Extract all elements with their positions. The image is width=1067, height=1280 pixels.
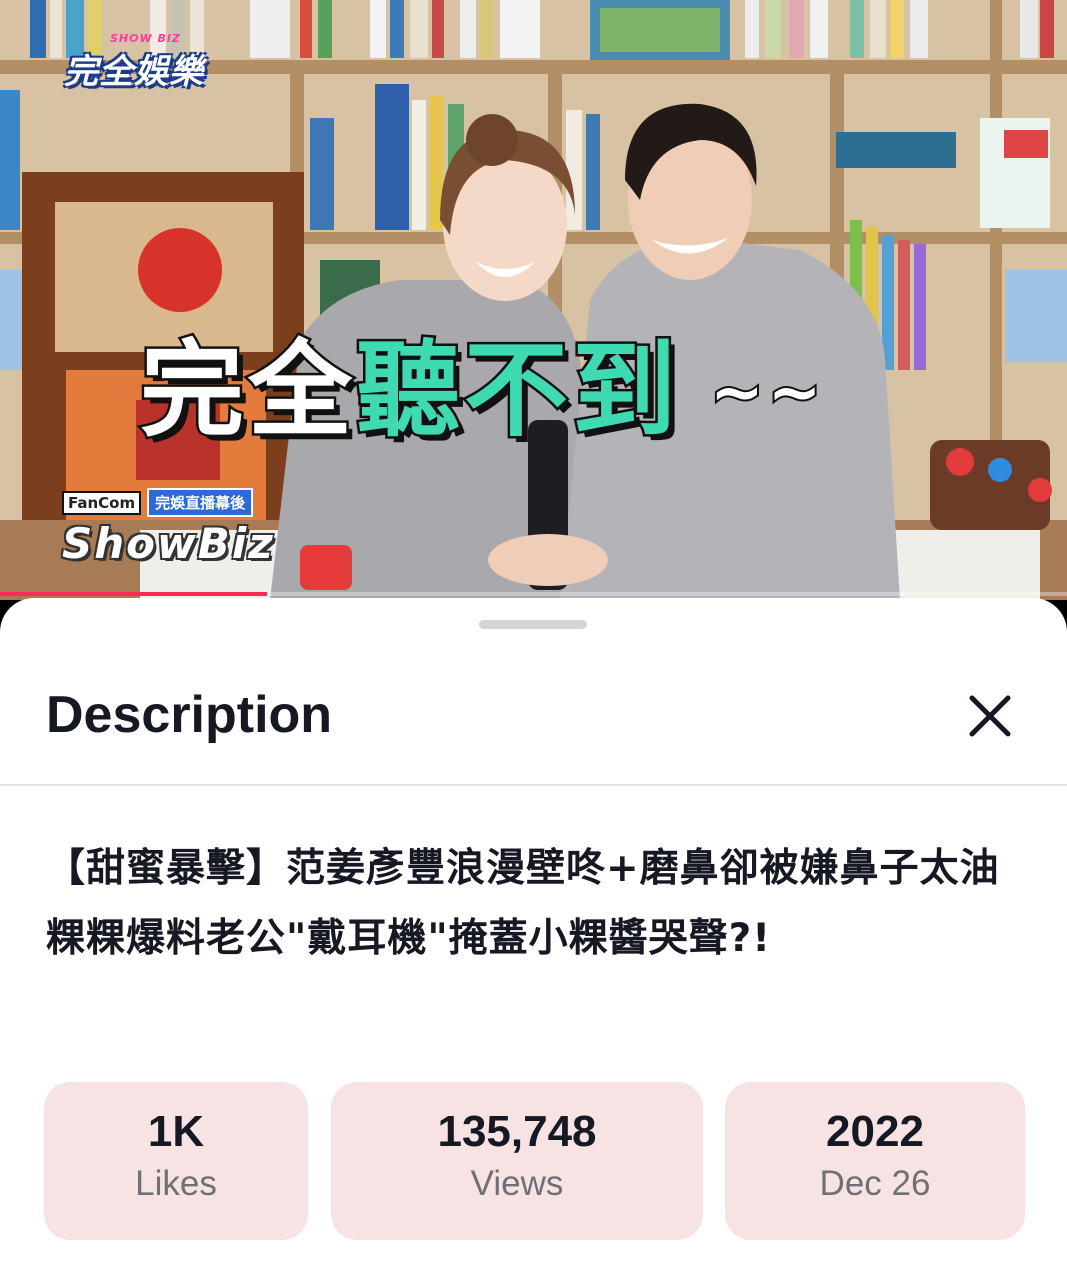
- fancom-tag: FanCom: [62, 490, 142, 515]
- stat-likes: 1K Likes: [44, 1082, 308, 1240]
- show-logo-text: 完全娛樂: [64, 52, 204, 92]
- video-stats-row: 1K Likes 135,748 Views 2022 Dec 26: [0, 1082, 1067, 1240]
- show-logo-small-text: SHOW BIZ: [110, 32, 181, 45]
- video-player[interactable]: SHOW BIZ 完全娛樂 完全聽不到 ~~ FanCom 完娛直播幕後 Show…: [0, 0, 1067, 600]
- stat-label: Dec 26: [819, 1164, 931, 1203]
- video-description-screen: SHOW BIZ 完全娛樂 完全聽不到 ~~ FanCom 完娛直播幕後 Show…: [0, 0, 1067, 1280]
- video-description-text: 【甜蜜暴擊】范姜彥豐浪漫壁咚+磨鼻卻被嫌鼻子太油 粿粿爆料老公"戴耳機"掩蓋小粿…: [46, 846, 1000, 961]
- stat-views: 135,748 Views: [331, 1082, 703, 1240]
- close-button[interactable]: [958, 684, 1022, 748]
- video-progress-fill: [0, 592, 267, 596]
- stat-value: 2022: [826, 1107, 924, 1156]
- sheet-title: Description: [46, 686, 333, 744]
- stat-label: Views: [470, 1164, 564, 1203]
- show-logo: SHOW BIZ 完全娛樂: [64, 32, 204, 93]
- stat-value: 1K: [147, 1107, 205, 1156]
- video-caption: 完全聽不到 ~~: [137, 325, 970, 455]
- stat-value: 135,748: [437, 1107, 597, 1156]
- description-sheet: Description 【甜蜜暴擊】范姜彥豐浪漫壁咚+磨鼻卻被嫌鼻子太油 粿粿爆…: [0, 598, 1067, 1280]
- caption-char: 不: [462, 327, 573, 454]
- caption-char: 聽: [354, 327, 465, 454]
- fancom-subtitle: 完娛直播幕後: [147, 488, 254, 517]
- fancom-top-row: FanCom 完娛直播幕後: [62, 488, 312, 517]
- caption-char: 完: [137, 327, 249, 454]
- close-icon: [969, 695, 1011, 737]
- fancom-brand: ShowBiz: [62, 519, 275, 568]
- caption-char: 全: [246, 327, 357, 454]
- caption-tilde: ~~: [708, 354, 826, 432]
- sheet-divider: [0, 784, 1067, 786]
- sheet-drag-handle[interactable]: [479, 620, 587, 629]
- stat-date: 2022 Dec 26: [725, 1082, 1025, 1240]
- caption-char: 到: [570, 327, 681, 454]
- video-progress-bar[interactable]: [0, 592, 1067, 596]
- fancom-showbiz-logo: FanCom 完娛直播幕後 ShowBiz: [62, 488, 312, 568]
- stat-label: Likes: [135, 1164, 217, 1203]
